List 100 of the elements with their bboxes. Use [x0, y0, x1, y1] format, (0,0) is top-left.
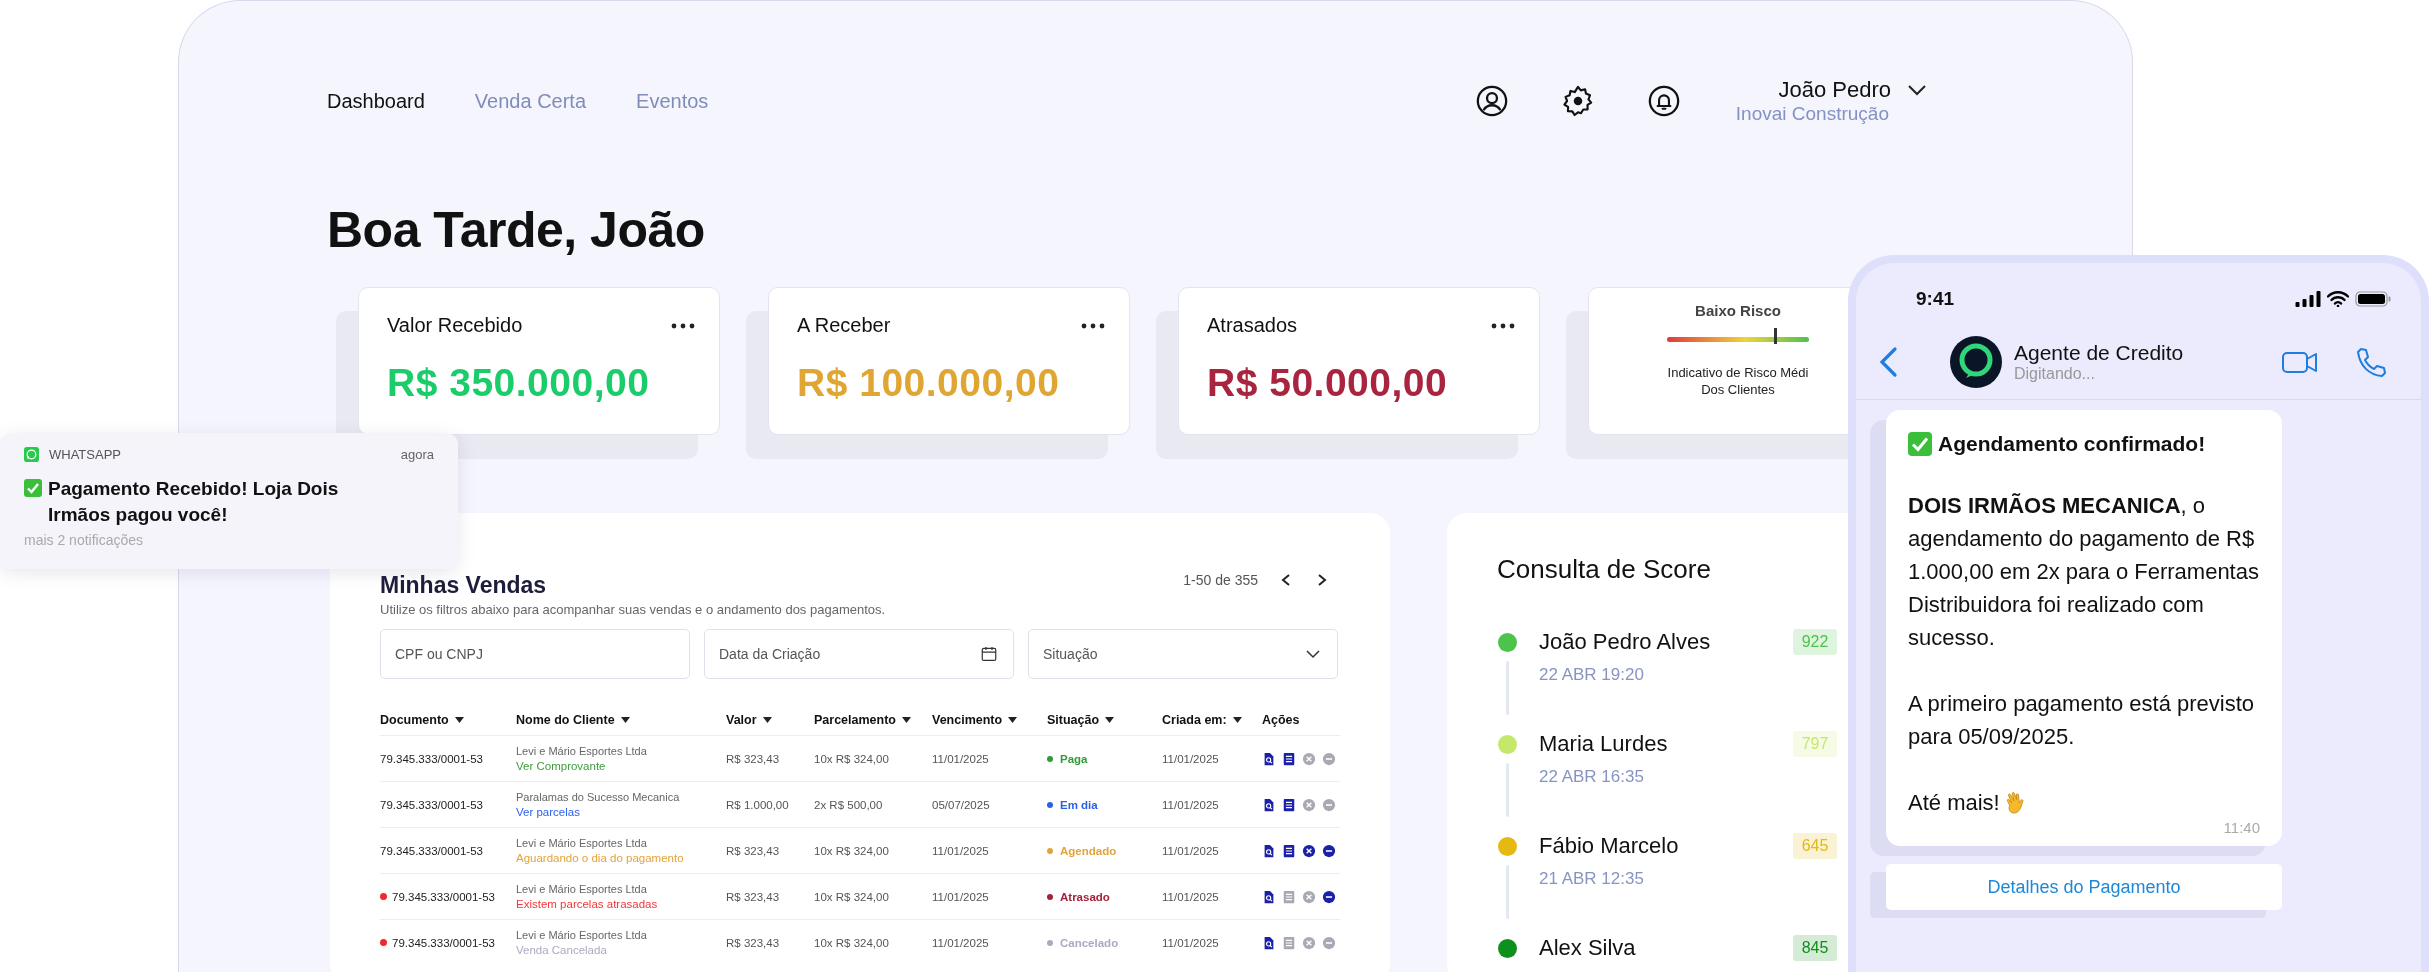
minus-circle-icon[interactable] [1322, 889, 1336, 904]
column-header: Situação [1047, 713, 1100, 727]
card-title: Atrasados [1207, 314, 1298, 337]
app-name: WHATSAPP [49, 447, 122, 462]
status-time: 9:41 [1916, 288, 1956, 310]
table-cell-text: 10x R$ 324,00 [814, 890, 890, 903]
document-search-icon[interactable] [1262, 935, 1276, 950]
sort-caret-icon[interactable] [902, 717, 911, 723]
table-cell-text: R$ 323,43 [726, 890, 781, 903]
date-field[interactable]: Data da Criação [704, 629, 1014, 679]
nav-tab[interactable]: Venda Certa [474, 89, 587, 113]
more-options-icon[interactable] [1081, 322, 1105, 329]
document-list-icon[interactable] [1282, 797, 1296, 812]
table-cell-text: 11/01/2025 [932, 890, 990, 903]
panel-title: Minhas Vendas [380, 571, 547, 599]
notification-bell-icon[interactable] [1646, 84, 1681, 118]
wifi-icon [2327, 291, 2349, 307]
status-link[interactable]: Ver Comprovante [516, 760, 726, 772]
notification-message: Pagamento Recebido! Loja Dois Irmãos pagou você! [48, 477, 340, 527]
status-label: Em dia [1060, 798, 1098, 811]
profile-icon[interactable] [1474, 84, 1509, 118]
more-notifications: mais 2 notificações [24, 532, 145, 548]
typing-status: Digitando... [2014, 365, 2096, 383]
table-cell-text: 11/01/2025 [1162, 936, 1220, 949]
table-cell-text: 05/07/2025 [932, 798, 991, 811]
chat-app-icon [24, 447, 39, 462]
status-link[interactable]: Ver parcelas [516, 806, 726, 818]
card-title: A Receber [797, 314, 891, 337]
status-dropdown[interactable]: Situação [1028, 629, 1338, 679]
settings-icon[interactable] [1560, 84, 1595, 118]
back-button[interactable] [1878, 346, 1898, 378]
company-name: Inovai Construção [1735, 103, 1889, 125]
person-name: Alex Silva [1539, 934, 1637, 962]
user-name: João Pedro [1778, 77, 1891, 103]
panel-title: Consulta de Score [1497, 553, 1712, 586]
table-cell: 79.345.333/0001-53 [392, 936, 495, 949]
document-list-icon[interactable] [1282, 751, 1296, 766]
notification-card[interactable]: WHATSAPP agora Pagamento Recebido! Loja Dois Irmãos pagou você! mais 2 notificações [0, 433, 458, 569]
message-text: DOIS IRMÃOS MECANICA, o agendamento do pagamento de R$ 1.000,00 em 2x para o Ferramentas Distribuidora foi realizado com sucesso. [1908, 492, 2260, 652]
minus-circle-icon[interactable] [1322, 843, 1336, 858]
client-name: Levi e Mário Esportes Ltda [516, 745, 648, 757]
sort-caret-icon[interactable] [454, 717, 464, 723]
document-search-icon[interactable] [1262, 889, 1276, 904]
table-cell-text: R$ 323,43 [726, 752, 781, 765]
sort-caret-icon[interactable] [1232, 717, 1242, 723]
table-cell: 79.345.333/0001-53 [380, 752, 483, 765]
table-cell-text: 10x R$ 324,00 [814, 844, 890, 857]
column-header: Parcelamento [814, 713, 896, 727]
card-amount: R$ 50.000,00 [1207, 361, 1449, 405]
sort-caret-icon[interactable] [620, 717, 630, 723]
column-header: Valor [726, 713, 757, 727]
document-search-field[interactable]: CPF ou CNPJ [380, 629, 690, 679]
nav-tab[interactable]: Eventos [636, 89, 709, 113]
table-cell-text: 11/01/2025 [1162, 798, 1220, 811]
table-cell-text: R$ 323,43 [726, 936, 781, 949]
pagination-range: 1-50 de 355 [1183, 572, 1258, 588]
person-name: Maria Lurdes [1539, 730, 1669, 758]
more-options-icon[interactable] [671, 322, 695, 329]
check-mark-icon [1908, 432, 1932, 456]
column-header: Criada em: [1162, 713, 1227, 727]
table-cell-text: 11/01/2025 [1162, 890, 1220, 903]
document-list-icon[interactable] [1282, 843, 1296, 858]
consult-date: 21 ABR 12:35 [1539, 869, 1645, 889]
score-badge: 922 [1793, 629, 1837, 655]
sort-caret-icon[interactable] [1008, 717, 1018, 723]
column-header: Nome do Cliente [516, 713, 615, 727]
nav-tab[interactable]: Dashboard [327, 89, 425, 113]
table-cell-text: 11/01/2025 [1162, 752, 1220, 765]
table-cell: 79.345.333/0001-53 [392, 890, 495, 903]
calendar-icon[interactable] [980, 645, 998, 663]
status-label: Agendado [1060, 844, 1117, 857]
score-badge: 845 [1793, 935, 1837, 961]
consult-date: 22 ABR 19:20 [1539, 665, 1645, 685]
notification-time: agora [400, 447, 434, 462]
status-label: Cancelado [1060, 936, 1119, 949]
document-search-icon[interactable] [1262, 797, 1276, 812]
card-title: Valor Recebido [387, 314, 523, 337]
table-cell-text: 2x R$ 500,00 [814, 798, 884, 811]
chevron-down-icon[interactable] [1907, 84, 1927, 96]
document-search-icon[interactable] [1262, 751, 1276, 766]
table-cell-text: 11/01/2025 [932, 936, 990, 949]
message-text: A primeiro pagamento está previsto para 05/09/2025. [1908, 690, 2256, 751]
risk-caption: Indicativo de Risco Médi Dos Clientes [1667, 364, 1809, 398]
column-header: Ações [1262, 713, 1300, 727]
close-circle-icon[interactable] [1302, 843, 1316, 858]
status-link[interactable]: Aguardando o dia do pagamento [516, 852, 726, 864]
person-name: Fábio Marcelo [1539, 832, 1680, 860]
document-search-icon[interactable] [1262, 843, 1276, 858]
contact-name: Agente de Credito [2014, 341, 2185, 365]
sort-caret-icon[interactable] [1105, 717, 1115, 723]
status-link[interactable]: Venda Cancelada [516, 944, 726, 956]
column-header: Documento [380, 713, 449, 727]
score-badge: 645 [1793, 833, 1837, 859]
table-cell: 79.345.333/0001-53 [380, 798, 483, 811]
more-options-icon[interactable] [1491, 322, 1515, 329]
table-cell-text: R$ 1.000,00 [726, 798, 790, 811]
status-link[interactable]: Existem parcelas atrasadas [516, 898, 726, 910]
consult-date: 22 ABR 16:35 [1539, 767, 1645, 787]
sort-caret-icon[interactable] [762, 717, 772, 723]
client-name: Paralamas do Sucesso Mecanica [516, 791, 681, 803]
